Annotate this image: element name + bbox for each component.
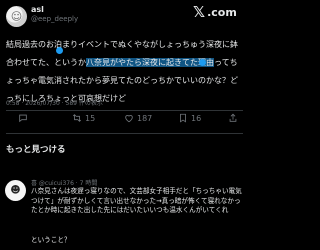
- x-domain-suffix: .com: [207, 6, 237, 19]
- divider: [6, 133, 243, 134]
- bookmark-icon: [180, 113, 186, 123]
- x-logo[interactable]: 𝕏 .com: [193, 5, 237, 20]
- repost-count: 15: [85, 113, 96, 123]
- reply-text-tail[interactable]: ということ？: [31, 234, 71, 244]
- post-meta: 0:58 · 2026/07/30 · 589 件の表示: [6, 100, 103, 107]
- heart-icon: [125, 115, 133, 123]
- avatar-glyph: ☺: [10, 10, 23, 23]
- bookmark-count: 16: [191, 113, 202, 123]
- action-bar: 15 187 16: [0, 113, 249, 127]
- reply-header[interactable]: 喜 @cuicui376 · 7 時間: [31, 178, 97, 187]
- divider: [6, 110, 243, 111]
- x-icon: 𝕏: [193, 3, 206, 21]
- reply-button[interactable]: [18, 113, 31, 123]
- more-section-title: もっと見つける: [6, 145, 66, 155]
- author-handle[interactable]: @eep_deeply: [31, 15, 78, 23]
- author-avatar[interactable]: ☺: [6, 6, 27, 27]
- like-button[interactable]: 187: [124, 113, 152, 123]
- selection-end-handle[interactable]: [199, 59, 206, 66]
- repost-icon: [72, 114, 82, 122]
- selection-start-handle[interactable]: [56, 47, 63, 54]
- avatar-glyph: ☻: [10, 185, 21, 196]
- reply-icon: [19, 114, 27, 123]
- like-count: 187: [137, 113, 153, 123]
- reply-text[interactable]: 八奈見さんは夜遅っ寝りなので、文芸部女子相手だと「ちっちゃい電気つけて」が耐ずか…: [31, 187, 245, 216]
- post-text-selection[interactable]: 八奈見がやたら深夜に起きてた理由: [86, 58, 214, 67]
- bookmark-button[interactable]: 16: [178, 113, 201, 123]
- repost-button[interactable]: 15: [72, 113, 95, 123]
- share-icon: [229, 113, 237, 122]
- share-button[interactable]: [228, 113, 238, 123]
- author-name[interactable]: asl: [31, 5, 44, 14]
- reply-avatar[interactable]: ☻: [5, 180, 26, 201]
